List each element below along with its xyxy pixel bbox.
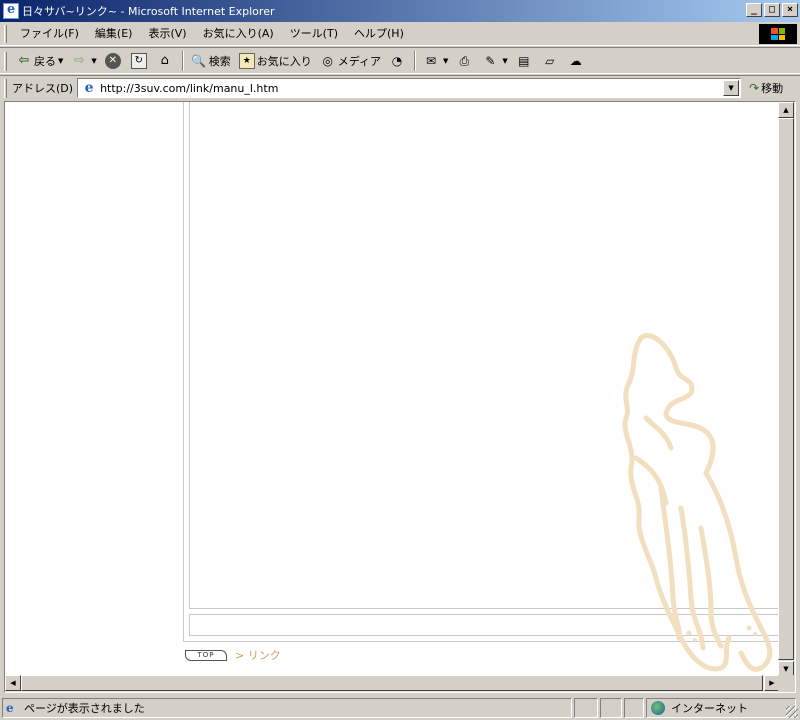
vertical-scroll-thumb[interactable] (778, 118, 794, 660)
address-grip[interactable] (4, 79, 7, 98)
search-label: 検索 (208, 54, 231, 68)
address-input[interactable]: http://3suv.com/link/manu_l.htm (100, 82, 740, 95)
messenger-button[interactable]: ☁ (564, 50, 590, 72)
breadcrumb: TOP > リンク (185, 647, 281, 663)
edit-button[interactable]: ✎ ▼ (478, 50, 511, 72)
refresh-button[interactable]: ↻ (127, 50, 153, 72)
menu-file[interactable]: ファイル(F) (12, 24, 87, 44)
maximize-button[interactable]: □ (764, 3, 780, 17)
scrollbar-corner (778, 675, 795, 692)
title-bar: 日々サバ~リンク~ - Microsoft Internet Explorer … (0, 0, 800, 22)
back-button[interactable]: ⇦ 戻る ▼ (12, 50, 67, 72)
fish-illustration (622, 333, 773, 672)
mail-icon: ✉ (425, 53, 437, 68)
toolbar-separator (414, 50, 417, 71)
back-arrow-icon: ⇦ (18, 52, 30, 68)
windows-logo-icon (759, 24, 797, 44)
go-label: 移動 (761, 82, 784, 95)
menu-edit[interactable]: 編集(E) (87, 24, 141, 44)
horizontal-scrollbar[interactable]: ◀ ▶ (5, 675, 780, 692)
standard-toolbar: ⇦ 戻る ▼ ⇨ ▼ ✕ ↻ ⌂ 🔍 検索 ★ お気に入り ◎ メディア ◔ ✉… (0, 47, 800, 74)
media-label: メディア (337, 54, 382, 68)
vertical-scrollbar[interactable]: ▲ ▼ (778, 102, 795, 677)
mail-dropdown-icon[interactable]: ▼ (443, 57, 448, 65)
security-zone[interactable]: インターネット (646, 698, 796, 718)
discuss-icon: ▤ (518, 53, 530, 68)
menu-grip[interactable] (4, 25, 7, 43)
favorites-button[interactable]: ★ お気に入り (235, 50, 316, 72)
page-content: TOP > リンク ▲ ▼ ◀ ▶ (4, 101, 796, 693)
print-button[interactable]: ⎙ (452, 50, 478, 72)
page-icon: e (84, 80, 94, 96)
status-bar: e ページが表示されました インターネット (0, 696, 800, 720)
search-button[interactable]: 🔍 検索 (187, 50, 235, 72)
menu-view[interactable]: 表示(V) (140, 24, 194, 44)
address-dropdown-icon[interactable]: ▼ (723, 80, 740, 96)
address-field[interactable]: e http://3suv.com/link/manu_l.htm ▼ (77, 78, 742, 98)
window-title: 日々サバ~リンク~ - Microsoft Internet Explorer (22, 5, 275, 18)
zone-text: インターネット (671, 702, 748, 715)
mail-button[interactable]: ✉ ▼ (419, 50, 452, 72)
status-main: e ページが表示されました (2, 698, 572, 718)
top-link-button[interactable]: TOP (185, 649, 227, 661)
resize-grip[interactable] (786, 706, 798, 718)
status-cell (624, 698, 644, 718)
history-button[interactable]: ◔ (385, 50, 411, 72)
media-icon: ◎ (322, 53, 334, 68)
favorites-icon: ★ (238, 52, 255, 69)
minimize-button[interactable]: _ (746, 3, 762, 17)
ie-app-icon[interactable] (3, 2, 19, 19)
favorites-label: お気に入り (256, 54, 312, 68)
back-label: 戻る (34, 54, 56, 68)
window-controls: _ □ × (744, 3, 798, 17)
refresh-icon: ↻ (130, 52, 147, 69)
menu-help[interactable]: ヘルプ(H) (346, 24, 412, 44)
forward-arrow-icon: ⇨ (73, 52, 85, 68)
address-label: アドレス(D) (12, 82, 74, 95)
scroll-left-button[interactable]: ◀ (5, 675, 21, 691)
edit-icon: ✎ (485, 53, 496, 68)
toolbar-grip[interactable] (4, 52, 7, 71)
toolbar-separator (181, 50, 184, 71)
breadcrumb-link[interactable]: > リンク (235, 647, 281, 663)
research-icon: ▱ (545, 53, 555, 68)
printer-icon: ⎙ (459, 53, 470, 68)
edit-dropdown-icon[interactable]: ▼ (502, 57, 507, 65)
scroll-up-button[interactable]: ▲ (778, 102, 794, 118)
status-cell (600, 698, 622, 718)
search-icon: 🔍 (191, 53, 207, 68)
go-button[interactable]: ↷ 移動 (749, 80, 783, 96)
messenger-icon: ☁ (569, 53, 582, 68)
history-icon: ◔ (391, 53, 403, 68)
discuss-button[interactable]: ▤ (512, 50, 538, 72)
home-button[interactable]: ⌂ (153, 50, 179, 72)
home-icon: ⌂ (160, 52, 169, 68)
media-button[interactable]: ◎ メディア (316, 50, 385, 72)
forward-button[interactable]: ⇨ ▼ (67, 50, 100, 72)
close-button[interactable]: × (782, 3, 798, 17)
menu-bar: ファイル(F) 編集(E) 表示(V) お気に入り(A) ツール(T) ヘルプ(… (0, 22, 800, 46)
menu-tools[interactable]: ツール(T) (282, 24, 346, 44)
horizontal-scroll-thumb[interactable] (21, 675, 763, 691)
menu-favorites[interactable]: お気に入り(A) (195, 24, 282, 44)
back-dropdown-icon[interactable]: ▼ (58, 57, 63, 65)
address-bar: アドレス(D) e http://3suv.com/link/manu_l.ht… (0, 75, 800, 100)
page-done-icon: e (6, 701, 14, 715)
status-cell (574, 698, 598, 718)
go-arrow-icon: ↷ (749, 81, 760, 95)
forward-dropdown-icon[interactable]: ▼ (91, 57, 96, 65)
research-button[interactable]: ▱ (538, 50, 564, 72)
stop-button[interactable]: ✕ (101, 50, 127, 72)
status-text: ページが表示されました (24, 702, 145, 715)
stop-icon: ✕ (104, 52, 121, 69)
globe-icon (651, 701, 665, 715)
